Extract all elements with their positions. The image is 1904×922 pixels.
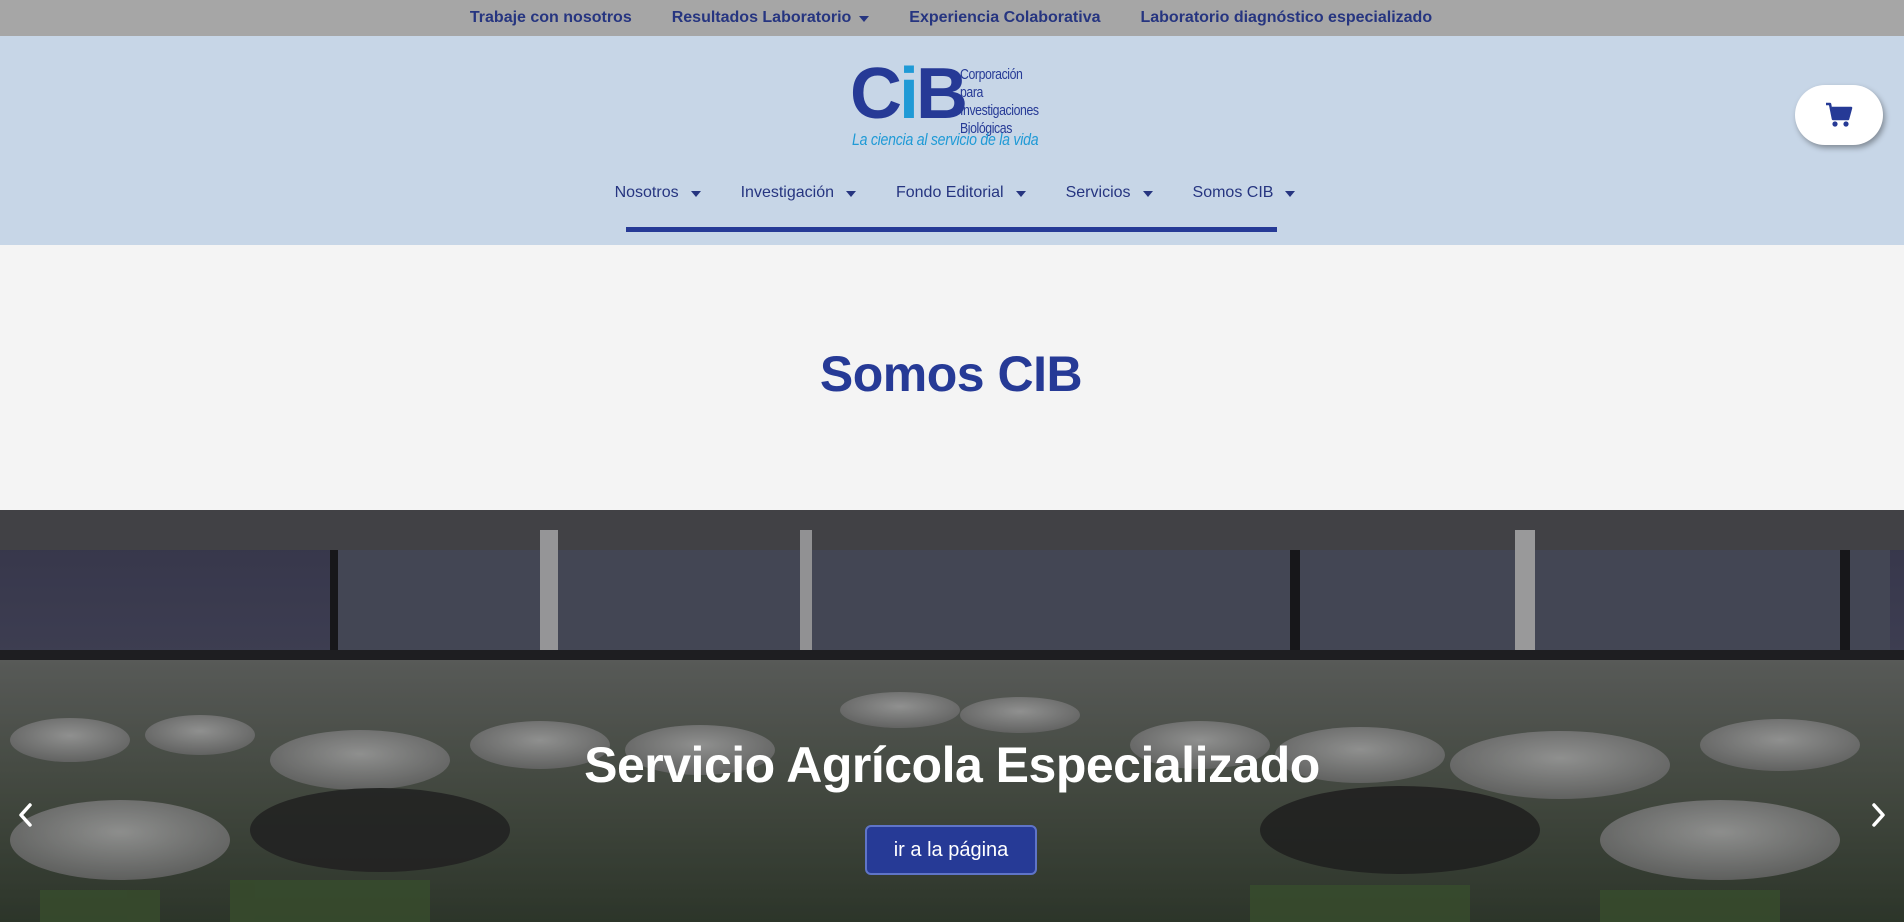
utility-links: Trabaje con nosotros Resultados Laborato… xyxy=(470,9,1432,27)
logo-organization-name: Corporación para Investigaciones Biológi… xyxy=(960,66,1039,138)
link-resultados-laboratorio[interactable]: Resultados Laboratorio xyxy=(672,9,870,27)
chevron-down-icon xyxy=(1285,191,1296,197)
logo-tagline: La ciencia al servicio de la vida xyxy=(852,130,1039,149)
logo-letter-c: C xyxy=(850,54,902,134)
chevron-right-icon xyxy=(1872,803,1885,827)
chevron-down-icon xyxy=(1015,191,1026,197)
slider-prev-button[interactable] xyxy=(10,795,40,835)
chevron-down-icon xyxy=(690,191,701,197)
hero-heading: Servicio Agrícola Especializado xyxy=(584,737,1320,793)
chevron-down-icon xyxy=(1142,191,1153,197)
hero-slider: Servicio Agrícola Especializado ir a la … xyxy=(0,510,1904,922)
link-label: Laboratorio diagnóstico especializado xyxy=(1140,9,1433,26)
link-label: Resultados Laboratorio xyxy=(671,9,852,26)
org-line: Investigaciones xyxy=(960,102,1039,119)
site-header: CiB Corporación para Investigaciones Bio… xyxy=(0,36,1904,245)
chevron-down-icon xyxy=(845,191,856,197)
top-utility-bar: Trabaje con nosotros Resultados Laborato… xyxy=(0,0,1904,36)
link-label: Experiencia Colaborativa xyxy=(909,9,1101,26)
cib-logo[interactable]: CiB Corporación para Investigaciones Bio… xyxy=(850,58,1056,152)
page-title-section: Somos CIB xyxy=(0,245,1904,510)
org-line: Corporación para xyxy=(960,66,1023,101)
nav-item-label: Servicios xyxy=(1065,184,1131,201)
link-experiencia-colaborativa[interactable]: Experiencia Colaborativa xyxy=(909,9,1100,27)
logo-letter-b: B xyxy=(916,54,968,134)
shopping-cart-icon xyxy=(1826,102,1853,127)
nav-item-fondo-editorial[interactable]: Fondo Editorial xyxy=(896,184,1026,202)
nav-underline-divider xyxy=(626,227,1277,232)
chevron-left-icon xyxy=(19,803,32,827)
link-label: Trabaje con nosotros xyxy=(469,9,632,26)
nav-item-label: Investigación xyxy=(740,184,834,201)
logo-mark: CiB xyxy=(850,58,968,130)
nav-item-label: Nosotros xyxy=(614,184,679,201)
nav-item-label: Fondo Editorial xyxy=(895,184,1004,201)
nav-item-investigacion[interactable]: Investigación xyxy=(741,184,856,202)
main-navigation: Nosotros Investigación Fondo Editorial S… xyxy=(0,184,1904,202)
nav-item-label: Somos CIB xyxy=(1192,184,1274,201)
link-laboratorio-diagnostico[interactable]: Laboratorio diagnóstico especializado xyxy=(1140,9,1432,27)
nav-item-servicios[interactable]: Servicios xyxy=(1066,184,1153,202)
slider-next-button[interactable] xyxy=(1864,795,1894,835)
cart-button[interactable] xyxy=(1795,85,1883,145)
page-title: Somos CIB xyxy=(819,345,1083,402)
hero-cta-button[interactable]: ir a la página xyxy=(865,825,1037,875)
nav-item-somos-cib[interactable]: Somos CIB xyxy=(1193,184,1296,202)
link-trabaje-con-nosotros[interactable]: Trabaje con nosotros xyxy=(470,9,632,27)
logo-letter-i: i xyxy=(899,54,919,134)
nav-item-nosotros[interactable]: Nosotros xyxy=(615,184,701,202)
chevron-down-icon xyxy=(859,16,870,22)
